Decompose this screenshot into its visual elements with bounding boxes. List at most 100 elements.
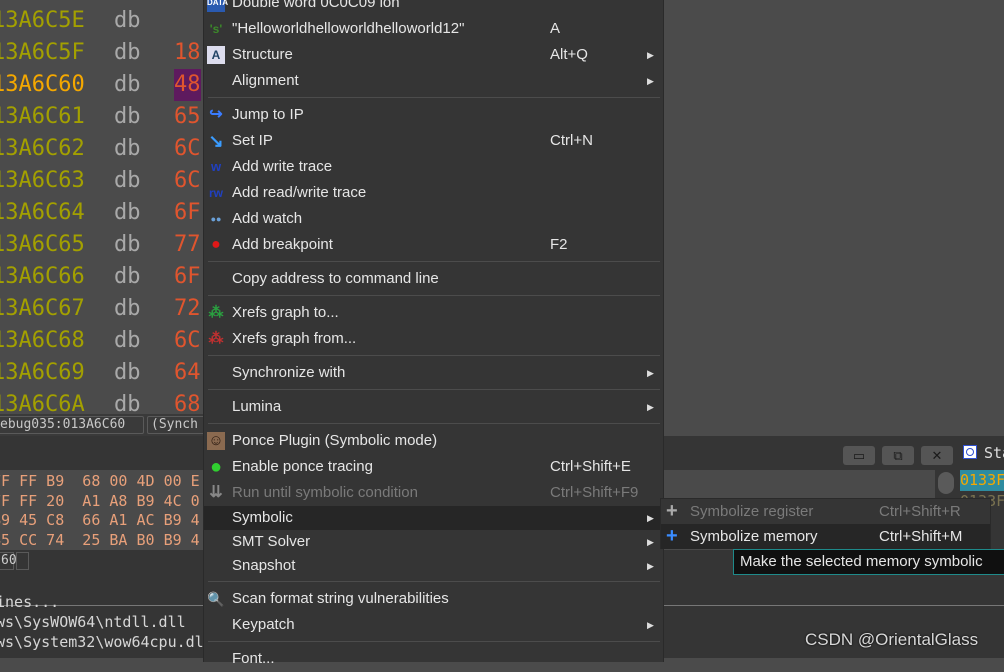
address: 13A6C61 <box>0 104 85 129</box>
submenu-arrow-icon: ▶ <box>647 368 654 378</box>
set-ip-icon: ↘ <box>208 131 224 151</box>
menu-item-helloworldhelloworldhelloworld12[interactable]: 's' "Helloworldhelloworldhelloworld12" A <box>204 16 663 42</box>
close-button[interactable]: ✕ <box>921 446 953 465</box>
gray-plus-icon: + <box>666 500 678 522</box>
menu-label: Symbolize register <box>690 503 814 520</box>
menu-item-snapshot[interactable]: Snapshot ▶ <box>204 554 663 578</box>
menu-label: Add read/write trace <box>232 184 367 201</box>
hex-row[interactable]: FF FF 20 A1 A8 B9 4C 0 <box>0 491 200 511</box>
address: 13A6C67 <box>0 296 85 321</box>
directive: db <box>114 232 141 257</box>
menu-item-lumina[interactable]: Lumina ▶ <box>204 394 663 420</box>
rw-trace-icon: rw <box>208 186 223 200</box>
stack-view-title: Sta <box>984 444 1004 462</box>
menu-separator <box>208 423 660 424</box>
maximize-button[interactable]: ▭ <box>843 446 875 465</box>
menu-shortcut: Ctrl+N <box>550 132 593 149</box>
directive: db <box>114 104 141 129</box>
byte-value: 64 <box>174 360 201 385</box>
menu-separator <box>208 261 660 262</box>
byte-value: 68 <box>174 392 201 414</box>
directive: db <box>114 136 141 161</box>
menu-item-ponce-plugin-symbolic-mode[interactable]: ☺ Ponce Plugin (Symbolic mode) <box>204 428 663 454</box>
hex-row[interactable]: 45 CC 74 25 BA B0 B9 4 <box>0 530 200 550</box>
menu-item-structure[interactable]: A Structure Alt+Q ▶ <box>204 42 663 68</box>
menu-item-font[interactable]: Font... <box>204 646 663 672</box>
location-field: ebug035:013A6C60 <box>0 416 144 434</box>
restore-button[interactable]: ⧉ <box>882 446 914 465</box>
hex-address-field[interactable]: 60 <box>0 552 17 570</box>
byte-value: 48 <box>174 69 201 101</box>
menu-label: Symbolize memory <box>690 528 818 545</box>
menu-label: SMT Solver <box>232 533 311 550</box>
hex-extra-field[interactable] <box>16 552 29 570</box>
directive: db <box>114 72 141 97</box>
run-down-icon: ⇊ <box>209 484 223 501</box>
directive: db <box>114 392 141 414</box>
byte-value: 6F <box>174 264 201 289</box>
menu-item-run-until-symbolic-condition[interactable]: ⇊ Run until symbolic condition Ctrl+Shift+… <box>204 480 663 506</box>
menu-item-double-word-0c0c09-ion[interactable]: DATA Double word 0C0C09 ion <box>204 0 663 16</box>
directive: db <box>114 328 141 353</box>
hex-row[interactable]: B9 45 C8 66 A1 AC B9 4 <box>0 510 200 530</box>
stack-view-icon <box>963 445 977 459</box>
menu-item-synchronize-with[interactable]: Synchronize with ▶ <box>204 360 663 386</box>
menu-separator <box>208 389 660 390</box>
menu-item-copy-address-to-command-line[interactable]: Copy address to command line <box>204 266 663 292</box>
menu-item-add-write-trace[interactable]: w Add write trace <box>204 154 663 180</box>
menu-label: Keypatch <box>232 616 295 633</box>
menu-item-add-watch[interactable]: ●● Add watch <box>204 206 663 232</box>
watch-icon: ●● <box>210 214 222 224</box>
menu-shortcut: F2 <box>550 236 568 253</box>
menu-item-alignment[interactable]: Alignment ▶ <box>204 68 663 94</box>
write-trace-icon: w <box>210 159 222 174</box>
blue-plus-icon: + <box>666 525 678 547</box>
menu-item-symbolic[interactable]: Symbolic ▶ <box>204 506 663 530</box>
byte-value: 6C <box>174 136 201 161</box>
menu-separator <box>208 641 660 642</box>
disassembly-status-bar: ebug035:013A6C60 (Synch <box>0 414 217 436</box>
menu-label: Double word 0C0C09 ion <box>232 0 400 11</box>
menu-item-symbolize-memory[interactable]: + Symbolize memory Ctrl+Shift+M <box>661 524 990 549</box>
menu-item-keypatch[interactable]: Keypatch ▶ <box>204 612 663 638</box>
directive: db <box>114 200 141 225</box>
menu-item-scan-format-string-vulnerabilities[interactable]: 🔍 Scan format string vulnerabilities <box>204 586 663 612</box>
menu-label: Scan format string vulnerabilities <box>232 590 449 607</box>
menu-item-xrefs-graph-from[interactable]: ⁂ Xrefs graph from... <box>204 326 663 352</box>
menu-separator <box>208 97 660 98</box>
output-line: ws\System32\wow64cpu.dll <box>0 633 213 651</box>
disassembly-view[interactable]: 13A6C5E db 13A6C5F db 18 13A6C60 db 48 13A6C61 db… <box>0 0 210 414</box>
context-menu: DATA Double word 0C0C09 ion 's' "Helloworld… <box>203 0 664 667</box>
menu-label: Add write trace <box>232 158 333 175</box>
menu-item-smt-solver[interactable]: SMT Solver ▶ <box>204 530 663 554</box>
scrollbar-handle[interactable] <box>938 472 954 494</box>
submenu-arrow-icon: ▶ <box>647 561 654 571</box>
menu-shortcut: Ctrl+Shift+E <box>550 458 631 475</box>
menu-label: Copy address to command line <box>232 270 439 287</box>
hex-row[interactable]: FF FF B9 68 00 4D 00 E <box>0 471 200 491</box>
address: 13A6C5E <box>0 8 85 33</box>
menu-shortcut: Alt+Q <box>550 46 588 63</box>
directive: db <box>114 168 141 193</box>
menu-label: Lumina <box>232 398 282 415</box>
output-line: ines... <box>0 593 60 611</box>
stack-row[interactable]: 0133F <box>960 470 1004 491</box>
magnifier-icon: 🔍 <box>207 591 225 607</box>
submenu-arrow-icon: ▶ <box>647 76 654 86</box>
menu-label: Snapshot <box>232 557 296 574</box>
menu-item-add-read-write-trace[interactable]: rw Add read/write trace <box>204 180 663 206</box>
menu-item-add-breakpoint[interactable]: ● Add breakpoint F2 <box>204 232 663 258</box>
output-line: ws\SysWOW64\ntdll.dll <box>0 613 186 631</box>
address: 13A6C62 <box>0 136 85 161</box>
menu-item-jump-to-ip[interactable]: ↪ Jump to IP <box>204 102 663 128</box>
byte-value: 6C <box>174 328 201 353</box>
submenu-arrow-icon: ▶ <box>647 513 654 523</box>
menu-item-symbolize-register[interactable]: + Symbolize register Ctrl+Shift+R <box>661 499 990 524</box>
menu-label: Add breakpoint <box>232 236 333 253</box>
menu-item-enable-ponce-tracing[interactable]: ● Enable ponce tracing Ctrl+Shift+E <box>204 454 663 480</box>
directive: db <box>114 264 141 289</box>
menu-item-set-ip[interactable]: ↘ Set IP Ctrl+N <box>204 128 663 154</box>
directive: db <box>114 8 141 33</box>
menu-item-xrefs-graph-to[interactable]: ⁂ Xrefs graph to... <box>204 300 663 326</box>
menu-label: Font... <box>232 650 275 667</box>
